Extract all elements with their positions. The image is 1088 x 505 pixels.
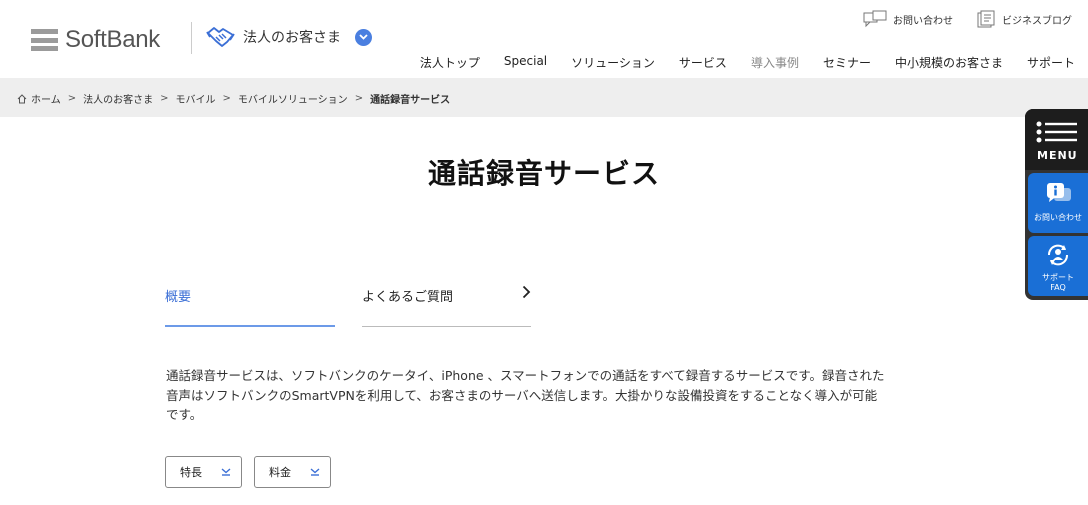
tab-overview[interactable]: 概要 <box>165 279 335 327</box>
business-selector[interactable]: 法人のお客さま <box>206 25 372 49</box>
floating-sidebar: MENU お問い合わせ サポート FAQ <box>1025 109 1088 300</box>
breadcrumb-separator: > <box>354 93 364 104</box>
menu-button[interactable]: MENU <box>1025 109 1088 170</box>
sidebar-contact-button[interactable]: お問い合わせ <box>1028 173 1088 233</box>
sidebar-faq-button[interactable]: サポート FAQ <box>1028 236 1088 296</box>
description-line: 音声はソフトバンクのSmartVPNを利用して、お客さまのサーバへ送信します。大… <box>166 387 878 403</box>
chevron-down-icon[interactable] <box>355 28 372 46</box>
tab-faq-label: よくあるご質問 <box>362 290 454 305</box>
nav-corporate-top[interactable]: 法人トップ <box>420 54 480 71</box>
description-line: です。 <box>166 407 203 422</box>
sidebar-faq-label-1: サポート <box>1042 273 1074 282</box>
tab-faq[interactable]: よくあるご質問 <box>362 279 531 327</box>
nav-smb[interactable]: 中小規模のお客さま <box>895 54 1003 71</box>
softbank-logo[interactable]: SoftBank <box>31 26 160 54</box>
nav-services[interactable]: サービス <box>679 54 727 71</box>
sidebar-faq-label-2: FAQ <box>1050 283 1066 292</box>
breadcrumb-mobile-solutions[interactable]: モバイルソリューション <box>238 91 348 106</box>
breadcrumb-home[interactable]: ホーム <box>31 91 61 106</box>
menu-label: MENU <box>1037 149 1078 162</box>
nav-solutions[interactable]: ソリューション <box>571 54 655 71</box>
logo-text: SoftBank <box>65 26 160 53</box>
nav-special[interactable]: Special <box>504 54 547 71</box>
breadcrumb-current: 通話録音サービス <box>370 95 451 106</box>
header-divider <box>191 22 192 54</box>
breadcrumb-business[interactable]: 法人のお客さま <box>83 91 153 106</box>
breadcrumb: ホーム > 法人のお客さま > モバイル > モバイルソリューション > 通話録… <box>17 91 450 106</box>
document-icon <box>977 10 995 28</box>
chat-bubble-icon <box>863 10 887 28</box>
features-label: 特長 <box>180 466 202 479</box>
fees-anchor-button[interactable]: 料金 <box>254 456 331 488</box>
page-title: 通話録音サービス <box>427 157 660 190</box>
handshake-icon <box>206 27 235 47</box>
home-icon <box>17 93 27 103</box>
utility-blog-label: ビジネスブログ <box>1002 15 1072 27</box>
utility-contact-link[interactable]: お問い合わせ <box>863 10 953 28</box>
service-description: 通話録音サービスは、ソフトバンクのケータイ、iPhone 、スマートフォンでの通… <box>166 366 926 425</box>
hamburger-icon <box>1036 121 1077 143</box>
chevron-right-icon <box>522 285 531 299</box>
support-person-icon <box>1047 244 1069 266</box>
tab-overview-label: 概要 <box>165 290 192 305</box>
breadcrumb-bar: ホーム > 法人のお客さま > モバイル > モバイルソリューション > 通話録… <box>0 78 1088 117</box>
business-label: 法人のお客さま <box>243 30 341 46</box>
description-line: 通話録音サービスは、ソフトバンクのケータイ、iPhone 、スマートフォンでの通… <box>166 368 885 383</box>
breadcrumb-mobile[interactable]: モバイル <box>175 91 215 106</box>
breadcrumb-separator: > <box>67 93 77 104</box>
nav-case-studies[interactable]: 導入事例 <box>751 54 799 71</box>
fees-label: 料金 <box>269 466 291 479</box>
utility-blog-link[interactable]: ビジネスブログ <box>977 10 1072 28</box>
chevron-down-icon <box>221 468 231 476</box>
nav-seminars[interactable]: セミナー <box>823 54 871 71</box>
logo-mark-icon <box>31 29 58 51</box>
sidebar-contact-label: お問い合わせ <box>1034 213 1082 222</box>
chevron-down-icon <box>310 468 320 476</box>
nav-support[interactable]: サポート <box>1027 54 1075 71</box>
features-anchor-button[interactable]: 特長 <box>165 456 242 488</box>
breadcrumb-separator: > <box>160 93 169 104</box>
breadcrumb-separator: > <box>222 93 231 104</box>
global-nav: 法人トップ Special ソリューション サービス 導入事例 セミナー 中小規… <box>396 54 1075 71</box>
info-chat-icon <box>1047 183 1071 202</box>
site-header: SoftBank 法人のお客さま お問い合わせ ビジネスブログ 法人トップ Sp… <box>0 0 1088 78</box>
utility-contact-label: お問い合わせ <box>893 15 953 27</box>
